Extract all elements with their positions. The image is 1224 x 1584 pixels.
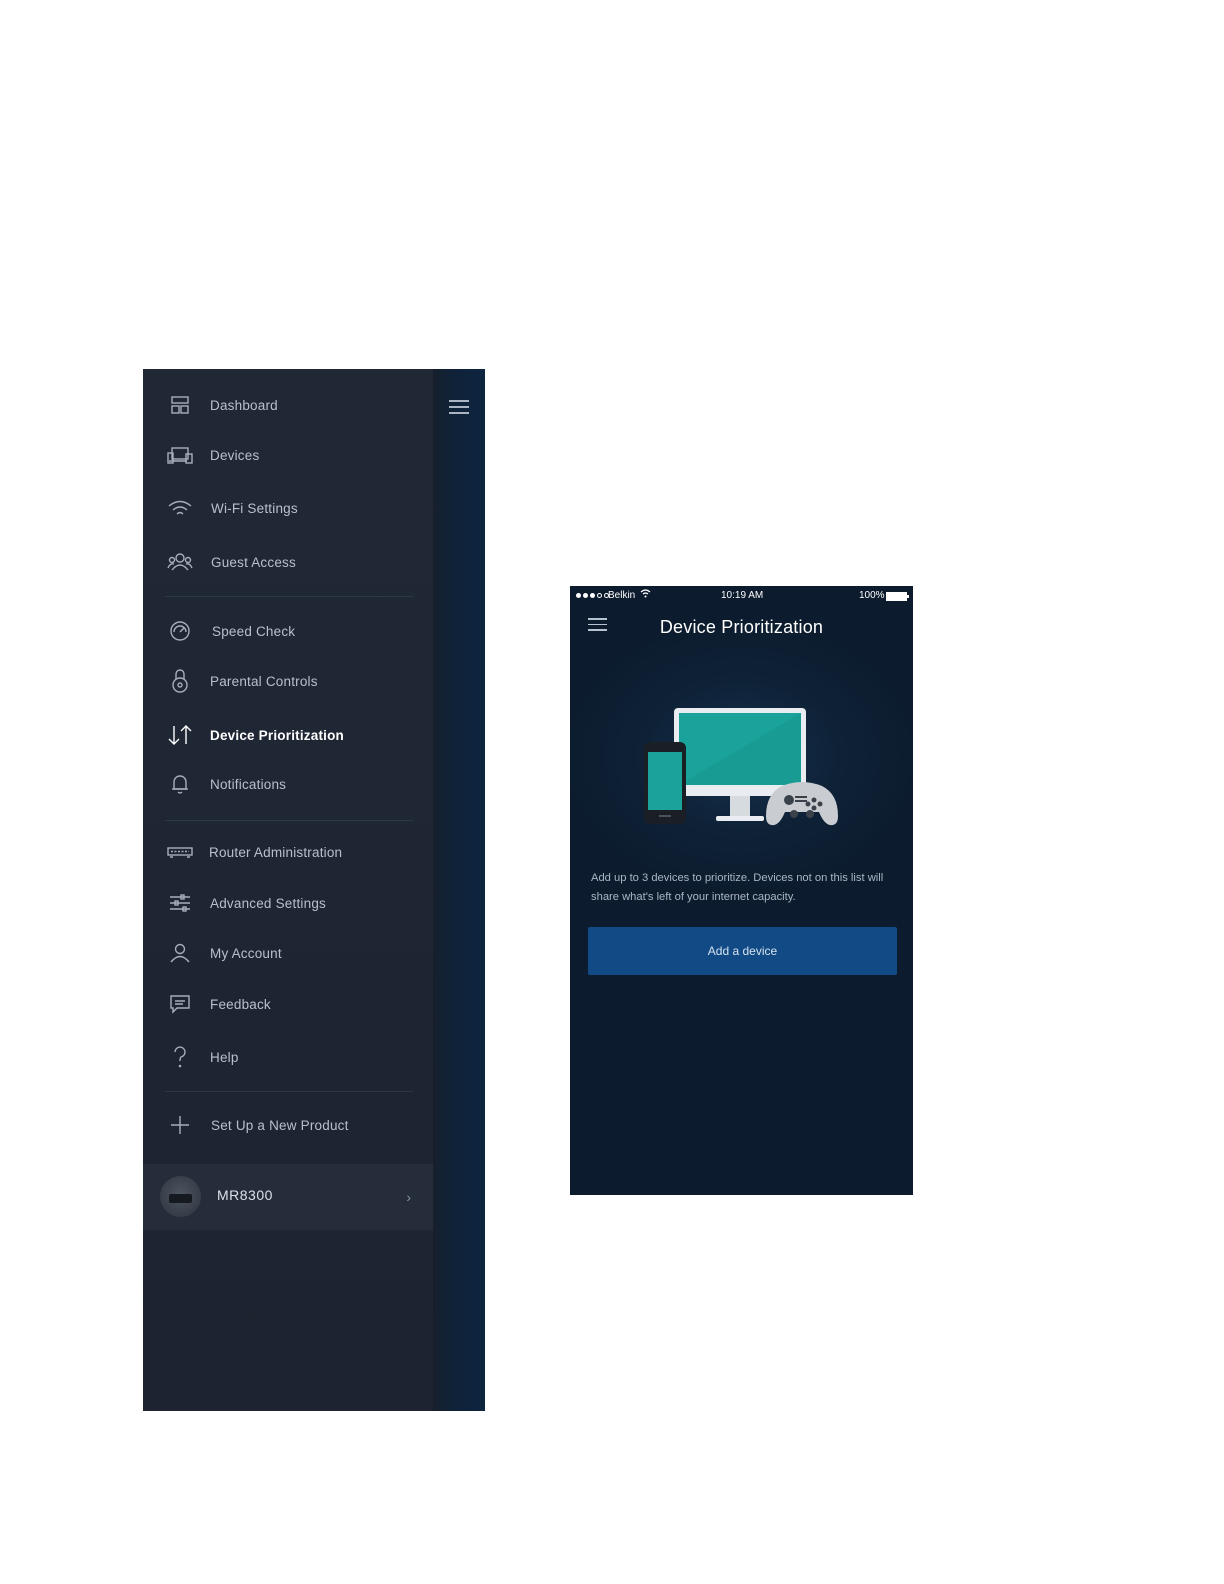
devices-icon — [167, 442, 193, 468]
wifi-icon — [167, 495, 193, 521]
product-name: MR8300 — [217, 1187, 273, 1203]
nav-item-dashboard[interactable]: Dashboard — [143, 385, 433, 425]
carrier-name: Belkin — [608, 590, 636, 601]
add-device-button[interactable]: Add a device — [588, 927, 897, 975]
hamburger-menu-icon[interactable] — [449, 400, 469, 414]
nav-item-speed-check[interactable]: Speed Check — [143, 611, 433, 651]
plus-icon — [167, 1112, 193, 1138]
description-text: Add up to 3 devices to prioritize. Devic… — [591, 872, 884, 903]
divider — [165, 1091, 413, 1092]
guest-access-icon — [167, 549, 193, 575]
nav-label: Guest Access — [211, 554, 296, 570]
user-icon — [167, 940, 193, 966]
divider — [165, 820, 413, 821]
nav-item-feedback[interactable]: Feedback — [143, 984, 433, 1024]
chevron-right-icon: › — [406, 1189, 411, 1205]
underlying-screen-strip — [433, 369, 485, 1411]
divider — [165, 596, 413, 597]
nav-item-wifi-settings[interactable]: Wi-Fi Settings — [143, 488, 433, 528]
nav-label: My Account — [210, 945, 282, 961]
nav-label: Set Up a New Product — [211, 1117, 349, 1133]
nav-label: Notifications — [210, 776, 287, 792]
sliders-icon — [167, 890, 193, 916]
nav-label: Router Administration — [209, 844, 343, 860]
nav-label: Feedback — [210, 996, 271, 1012]
nav-label: Help — [210, 1049, 239, 1065]
nav-item-help[interactable]: Help — [143, 1037, 433, 1077]
nav-item-advanced-settings[interactable]: Advanced Settings — [143, 883, 433, 923]
battery-percent: 100% — [859, 590, 885, 601]
nav-label: Device Prioritization — [210, 727, 344, 743]
nav-item-router-administration[interactable]: Router Administration — [143, 832, 433, 872]
device-prioritization-screen: Belkin 10:19 AM 100% Device Prioritizati… — [570, 586, 913, 1195]
nav-label: Advanced Settings — [210, 895, 326, 911]
battery-icon — [886, 592, 909, 601]
nav-item-devices[interactable]: Devices — [143, 435, 433, 475]
signal-strength-icon — [576, 593, 609, 598]
nav-item-notifications[interactable]: Notifications — [143, 764, 433, 804]
nav-label: Wi-Fi Settings — [211, 500, 298, 516]
nav-label: Dashboard — [210, 397, 278, 413]
page-title: Device Prioritization — [659, 617, 824, 637]
speedometer-icon — [167, 618, 193, 644]
question-icon — [167, 1044, 193, 1070]
nav-item-parental-controls[interactable]: Parental Controls — [143, 661, 433, 701]
nav-label: Devices — [210, 447, 260, 463]
product-row-mr8300[interactable]: MR8300 › — [143, 1164, 433, 1230]
nav-item-set-up-new-product[interactable]: Set Up a New Product — [143, 1105, 433, 1145]
dashboard-icon — [167, 392, 193, 418]
navigation-drawer: Dashboard Devices Wi-Fi Settings Guest A… — [143, 369, 485, 1411]
router-avatar — [160, 1176, 201, 1217]
router-icon — [167, 839, 193, 865]
feedback-icon — [167, 991, 193, 1017]
nav-item-device-prioritization[interactable]: Device Prioritization — [143, 715, 433, 755]
lock-icon — [167, 668, 193, 694]
wifi-status-icon — [640, 589, 651, 601]
nav-label: Speed Check — [212, 623, 296, 639]
nav-label: Parental Controls — [210, 673, 318, 689]
devices-illustration — [644, 708, 838, 826]
menu-panel: Dashboard Devices Wi-Fi Settings Guest A… — [143, 369, 433, 1411]
nav-item-guest-access[interactable]: Guest Access — [143, 542, 433, 582]
status-time: 10:19 AM — [721, 590, 764, 601]
nav-item-my-account[interactable]: My Account — [143, 933, 433, 973]
prioritization-arrows-icon — [167, 722, 193, 748]
bell-icon — [167, 771, 193, 797]
